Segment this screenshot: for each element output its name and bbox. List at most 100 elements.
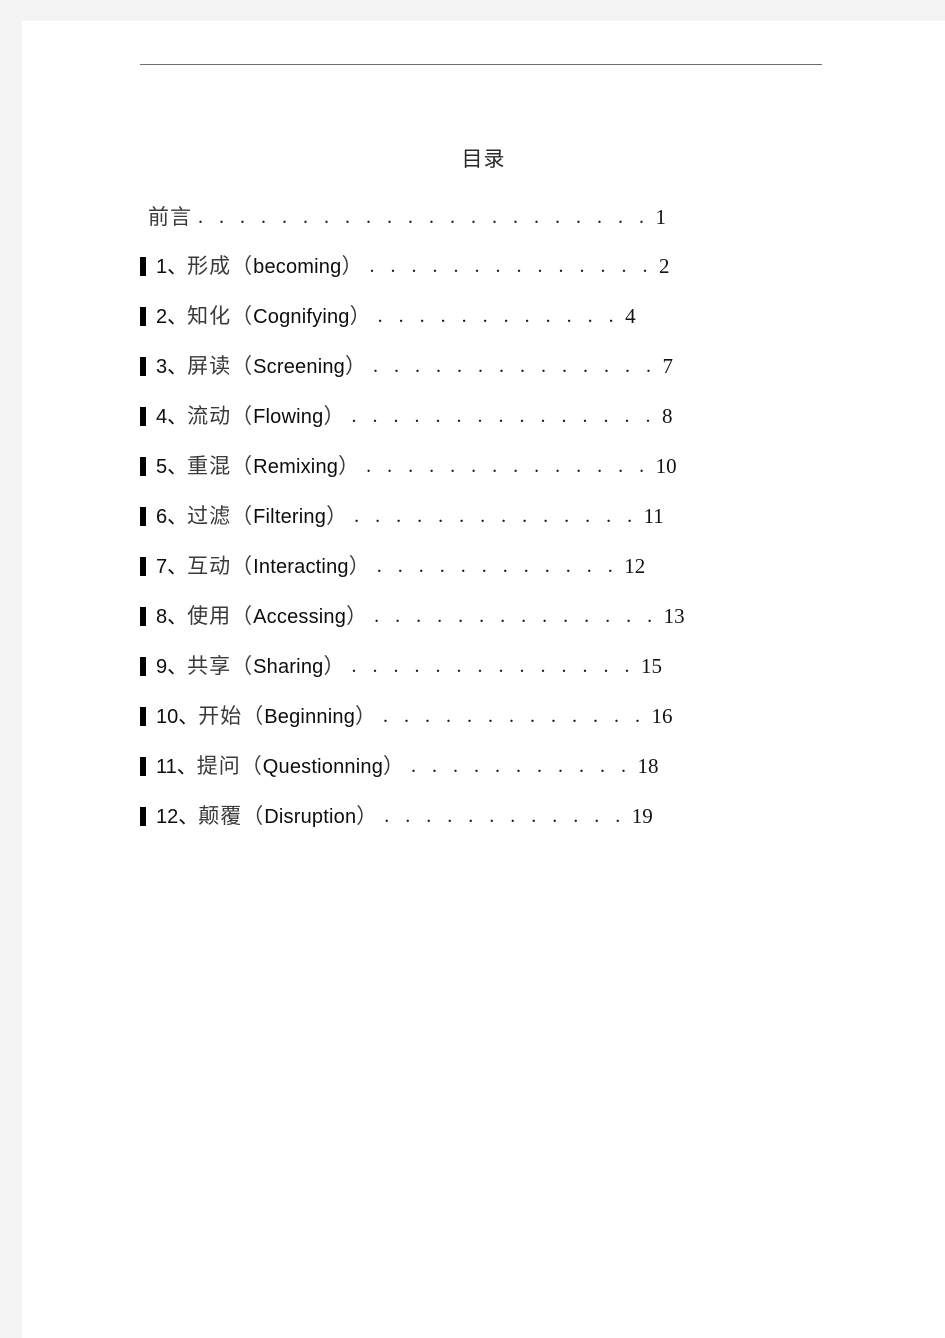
toc-entry-chinese: 屏读 <box>187 353 232 378</box>
toc-entry-open-paren: （ <box>231 353 254 378</box>
toc-entry-8[interactable]: 8、使用（Accessing） . . . . . . . . . . . . … <box>140 591 840 641</box>
toc-entry-chinese: 颠覆 <box>198 803 243 828</box>
toc-entry-open-paren: （ <box>231 253 254 278</box>
toc-entry-9[interactable]: 9、共享（Sharing） . . . . . . . . . . . . . … <box>140 641 840 691</box>
toc-entry-chinese: 互动 <box>187 553 232 578</box>
toc-entry-number: 4、 <box>156 405 188 428</box>
toc-entry-1[interactable]: 1、形成（becoming） . . . . . . . . . . . . .… <box>140 241 840 291</box>
toc-entry-open-paren: （ <box>231 403 254 428</box>
toc-entry-chinese: 共享 <box>187 653 232 678</box>
dot-leader: . . . . . . . . . . . . . . <box>366 455 650 477</box>
toc-entry-close-paren: ） <box>323 403 346 428</box>
toc-entry-page-number: 11 <box>643 504 664 528</box>
toc-entry-number: 7、 <box>156 555 188 578</box>
square-bullet-icon <box>140 356 146 376</box>
square-bullet-icon <box>140 756 146 776</box>
square-bullet-icon <box>140 506 146 526</box>
toc-entry-11[interactable]: 11、提问（Questionning） . . . . . . . . . . … <box>140 741 840 791</box>
toc-entry-page-number: 10 <box>655 454 677 478</box>
toc-entry-page-number: 18 <box>637 754 659 778</box>
dot-leader: . . . . . . . . . . . . . . <box>369 255 653 277</box>
toc-entry-open-paren: （ <box>242 703 265 728</box>
toc-entry-label: 5、重混（Remixing） <box>156 452 360 481</box>
toc-entry-english: Beginning <box>264 705 356 728</box>
toc-entry-label: 前言 <box>148 203 192 231</box>
toc-entry-page-number: 1 <box>655 205 667 229</box>
toc-entry-open-paren: （ <box>231 503 254 528</box>
toc-entry-english: Interacting <box>253 555 349 578</box>
toc-entry-close-paren: ） <box>348 553 371 578</box>
toc-entry-5[interactable]: 5、重混（Remixing） . . . . . . . . . . . . .… <box>140 441 840 491</box>
toc-entry-open-paren: （ <box>231 553 254 578</box>
document-page: 目录 前言 . . . . . . . . . . . . . . . . . … <box>22 21 945 1338</box>
toc-entry-4[interactable]: 4、流动（Flowing） . . . . . . . . . . . . . … <box>140 391 840 441</box>
toc-entry-close-paren: ） <box>349 303 372 328</box>
toc-entry-page-number: 19 <box>631 804 653 828</box>
toc-list: 前言 . . . . . . . . . . . . . . . . . . .… <box>140 193 840 841</box>
toc-entry-number: 2、 <box>156 305 188 328</box>
dot-leader: . . . . . . . . . . . . <box>384 805 626 827</box>
toc-entry-english: Flowing <box>253 405 324 428</box>
square-bullet-icon <box>140 656 146 676</box>
dot-leader: . . . . . . . . . . . . <box>377 305 620 327</box>
toc-entry-english: Questionning <box>262 755 384 778</box>
toc-entry-label: 2、知化（Cognifying） <box>156 302 372 331</box>
toc-entry-chinese: 知化 <box>187 303 232 328</box>
toc-entry-3[interactable]: 3、屏读（Screening） . . . . . . . . . . . . … <box>140 341 840 391</box>
toc-entry-english: Remixing <box>253 455 339 478</box>
square-bullet-icon <box>140 256 146 276</box>
toc-entry-label: 11、提问（Questionning） <box>156 752 405 781</box>
toc-entry-2[interactable]: 2、知化（Cognifying） . . . . . . . . . . . .… <box>140 291 840 341</box>
toc-entry-number: 8、 <box>156 605 188 628</box>
toc-entry-open-paren: （ <box>231 303 254 328</box>
toc-entry-close-paren: ） <box>344 353 367 378</box>
square-bullet-icon <box>140 806 146 826</box>
toc-entry-close-paren: ） <box>356 803 379 828</box>
toc-entry-chinese: 过滤 <box>187 503 232 528</box>
toc-entry-number: 5、 <box>156 455 188 478</box>
square-bullet-icon <box>140 606 146 626</box>
dot-leader: . . . . . . . . . . . . . . <box>351 655 635 677</box>
page-title: 目录 <box>461 147 506 171</box>
toc-entry-number: 9、 <box>156 655 188 678</box>
toc-entry-chinese: 提问 <box>196 753 241 778</box>
toc-entry-english: Accessing <box>253 605 347 628</box>
toc-entry-label: 6、过滤（Filtering） <box>156 502 348 531</box>
toc-entry-label: 4、流动（Flowing） <box>156 402 345 431</box>
toc-entry-label: 3、屏读（Screening） <box>156 352 367 381</box>
toc-entry-english: Sharing <box>253 655 324 678</box>
toc-entry-page-number: 16 <box>651 704 673 728</box>
toc-entry-english: Cognifying <box>253 305 350 328</box>
toc-entry-close-paren: ） <box>338 453 361 478</box>
square-bullet-icon <box>140 306 146 326</box>
toc-entry-number: 3、 <box>156 355 188 378</box>
toc-entry-page-number: 4 <box>625 304 636 328</box>
toc-entry-number: 12、 <box>156 805 199 828</box>
toc-entry-close-paren: ） <box>346 603 369 628</box>
dot-leader: . . . . . . . . . . . . <box>376 555 619 577</box>
toc-entry-english: becoming <box>253 255 342 278</box>
header-rule <box>140 64 822 65</box>
toc-entry-7[interactable]: 7、互动（Interacting） . . . . . . . . . . . … <box>140 541 840 591</box>
toc-entry-6[interactable]: 6、过滤（Filtering） . . . . . . . . . . . . … <box>140 491 840 541</box>
dot-leader: . . . . . . . . . . . . . . . . . . . . … <box>198 206 650 228</box>
square-bullet-icon <box>140 456 146 476</box>
dot-leader: . . . . . . . . . . . . . . <box>374 605 658 627</box>
toc-entry-label: 10、开始（Beginning） <box>156 702 377 731</box>
square-bullet-icon <box>140 556 146 576</box>
toc-entry-label: 7、互动（Interacting） <box>156 552 371 581</box>
toc-entry-12[interactable]: 12、颠覆（Disruption） . . . . . . . . . . . … <box>140 791 840 841</box>
toc-entry-label: 9、共享（Sharing） <box>156 652 345 681</box>
square-bullet-icon <box>140 706 146 726</box>
dot-leader: . . . . . . . . . . . <box>411 755 632 777</box>
dot-leader: . . . . . . . . . . . . . . <box>372 355 657 377</box>
toc-entry-number: 11、 <box>156 755 197 778</box>
toc-entry-english: Screening <box>253 355 345 378</box>
toc-entry-page-number: 15 <box>640 654 662 678</box>
toc-entry-preface[interactable]: 前言 . . . . . . . . . . . . . . . . . . .… <box>140 193 840 241</box>
toc-entry-10[interactable]: 10、开始（Beginning） . . . . . . . . . . . .… <box>140 691 840 741</box>
toc-entry-english: Disruption <box>264 805 357 828</box>
toc-entry-open-paren: （ <box>242 803 265 828</box>
toc-entry-close-paren: ） <box>383 753 406 778</box>
toc-entry-chinese: 开始 <box>198 703 243 728</box>
